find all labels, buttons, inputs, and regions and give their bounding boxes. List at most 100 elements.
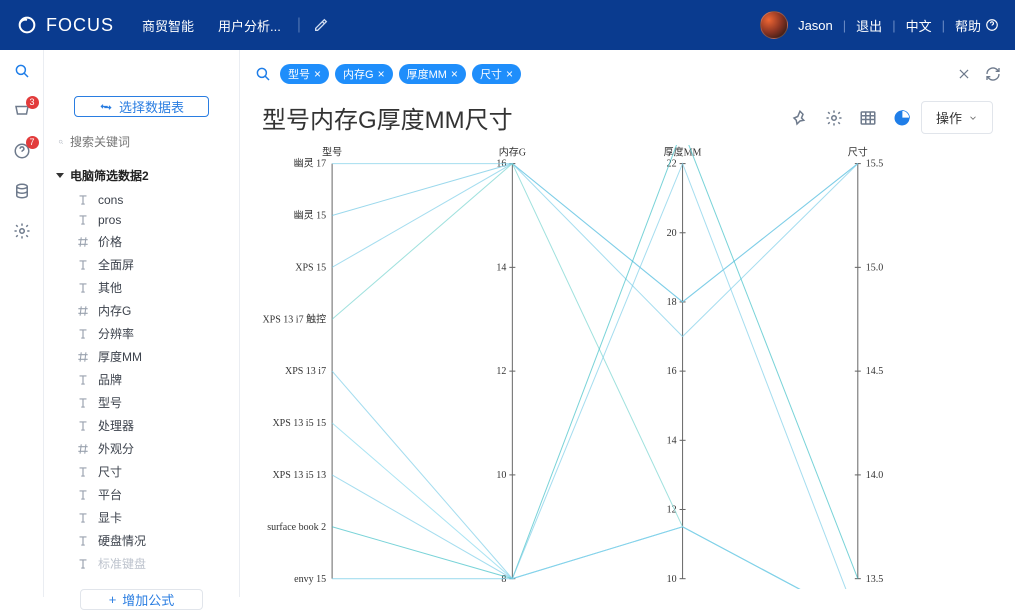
text-icon	[76, 488, 90, 502]
nav-tab-0[interactable]: 商贸智能	[138, 10, 198, 41]
column-item[interactable]: 显卡	[64, 506, 227, 529]
column-item[interactable]: 处理器	[64, 414, 227, 437]
parallel-chart[interactable]: 型号幽灵 17幽灵 15XPS 15XPS 13 i7 触控XPS 13 i7X…	[252, 145, 1003, 589]
svg-text:18: 18	[667, 297, 677, 308]
column-item[interactable]: 品牌	[64, 368, 227, 391]
column-label: 平台	[98, 486, 122, 503]
plus-icon: +	[109, 592, 117, 607]
column-label: 价格	[98, 233, 122, 250]
rail-ai[interactable]: 7	[11, 140, 33, 162]
column-item[interactable]: cons	[64, 190, 227, 210]
text-icon	[76, 534, 90, 548]
svg-text:XPS 13 i7 触控: XPS 13 i7 触控	[262, 312, 326, 325]
pin-icon[interactable]	[791, 109, 809, 127]
add-formula-button[interactable]: + 增加公式	[80, 589, 204, 610]
text-icon	[76, 327, 90, 341]
column-tree: cons pros 价格全面屏其他内存G 分辨率厚度MM 品牌型号处理器外观分尺寸平台显…	[64, 190, 227, 575]
number-icon	[76, 350, 90, 364]
sidebar-search[interactable]	[56, 135, 227, 149]
logout-link[interactable]: 退出	[856, 16, 882, 35]
table-icon[interactable]	[859, 109, 877, 127]
svg-text:16: 16	[667, 366, 677, 377]
search-icon[interactable]	[254, 65, 272, 83]
column-item[interactable]: 全面屏	[64, 253, 227, 276]
select-datasource-button[interactable]: 选择数据表	[74, 96, 209, 117]
tree-header[interactable]: 电脑筛选数据2	[56, 161, 227, 190]
column-label: 内存G	[98, 302, 131, 319]
close-icon[interactable]	[957, 67, 971, 81]
rail-cart[interactable]: 3	[11, 100, 33, 122]
column-item[interactable]: 厚度MM	[64, 345, 227, 368]
column-item[interactable]: 型号	[64, 391, 227, 414]
column-label: 其他	[98, 279, 122, 296]
svg-text:14.0: 14.0	[866, 470, 884, 481]
chart-type-icon[interactable]	[893, 109, 911, 127]
svg-text:envy 15: envy 15	[294, 574, 326, 585]
column-item[interactable]: 标准键盘	[64, 552, 227, 575]
username[interactable]: Jason	[798, 18, 833, 33]
help-link[interactable]: 帮助	[955, 16, 999, 35]
chip-remove-icon[interactable]: ×	[451, 67, 458, 81]
chip-remove-icon[interactable]: ×	[378, 67, 385, 81]
rail-search[interactable]	[11, 60, 33, 82]
nav-tabs: 商贸智能 用户分析...	[138, 10, 285, 41]
column-label: 外观分	[98, 440, 134, 457]
nav-tab-1[interactable]: 用户分析...	[214, 10, 285, 41]
number-icon	[76, 304, 90, 318]
column-label: 尺寸	[98, 463, 122, 480]
help-icon	[985, 18, 999, 32]
database-icon	[13, 182, 31, 200]
column-label: 厚度MM	[98, 348, 142, 365]
search-icon	[58, 135, 64, 149]
rail-settings[interactable]	[11, 220, 33, 242]
column-item[interactable]: 平台	[64, 483, 227, 506]
operation-button[interactable]: 操作	[921, 101, 993, 134]
text-icon	[76, 373, 90, 387]
text-icon	[76, 258, 90, 272]
rail-db[interactable]	[11, 180, 33, 202]
chip-remove-icon[interactable]: ×	[506, 67, 513, 81]
caret-down-icon	[56, 173, 64, 178]
header-right: Jason | 退出 | 中文 | 帮助	[760, 11, 999, 39]
column-item[interactable]: 硬盘情况	[64, 529, 227, 552]
ai-badge: 7	[26, 136, 39, 149]
column-item[interactable]: 外观分	[64, 437, 227, 460]
query-bar: 型号× 内存G× 厚度MM× 尺寸×	[240, 50, 1015, 98]
app-name: FOCUS	[46, 15, 114, 36]
column-item[interactable]: 其他	[64, 276, 227, 299]
column-label: 显卡	[98, 509, 122, 526]
gear-icon	[13, 222, 31, 240]
column-item[interactable]: 内存G	[64, 299, 227, 322]
lang-link[interactable]: 中文	[906, 16, 932, 35]
avatar[interactable]	[760, 11, 788, 39]
sidebar-search-input[interactable]	[70, 135, 225, 149]
exchange-icon	[99, 100, 113, 114]
search-icon	[13, 62, 31, 80]
column-item[interactable]: 尺寸	[64, 460, 227, 483]
svg-text:10: 10	[667, 574, 677, 585]
column-label: pros	[98, 213, 121, 227]
cart-badge: 3	[26, 96, 39, 109]
column-item[interactable]: 分辨率	[64, 322, 227, 345]
refresh-icon[interactable]	[985, 66, 1001, 82]
query-chip[interactable]: 厚度MM×	[399, 64, 466, 84]
text-icon	[76, 281, 90, 295]
column-label: 品牌	[98, 371, 122, 388]
query-chip[interactable]: 内存G×	[335, 64, 393, 84]
focus-logo-icon	[16, 14, 38, 36]
edit-icon[interactable]	[313, 17, 329, 33]
gear-icon[interactable]	[825, 109, 843, 127]
query-chip[interactable]: 型号×	[280, 64, 329, 84]
svg-text:14: 14	[667, 435, 677, 446]
column-label: 全面屏	[98, 256, 134, 273]
query-chip[interactable]: 尺寸×	[472, 64, 521, 84]
app-logo[interactable]: FOCUS	[16, 14, 114, 36]
chevron-down-icon	[968, 113, 978, 123]
svg-text:10: 10	[496, 470, 506, 481]
nav-divider: |	[297, 16, 301, 34]
svg-text:14: 14	[496, 262, 506, 273]
column-label: 标准键盘	[98, 555, 146, 572]
column-item[interactable]: 价格	[64, 230, 227, 253]
column-item[interactable]: pros	[64, 210, 227, 230]
chip-remove-icon[interactable]: ×	[314, 67, 321, 81]
